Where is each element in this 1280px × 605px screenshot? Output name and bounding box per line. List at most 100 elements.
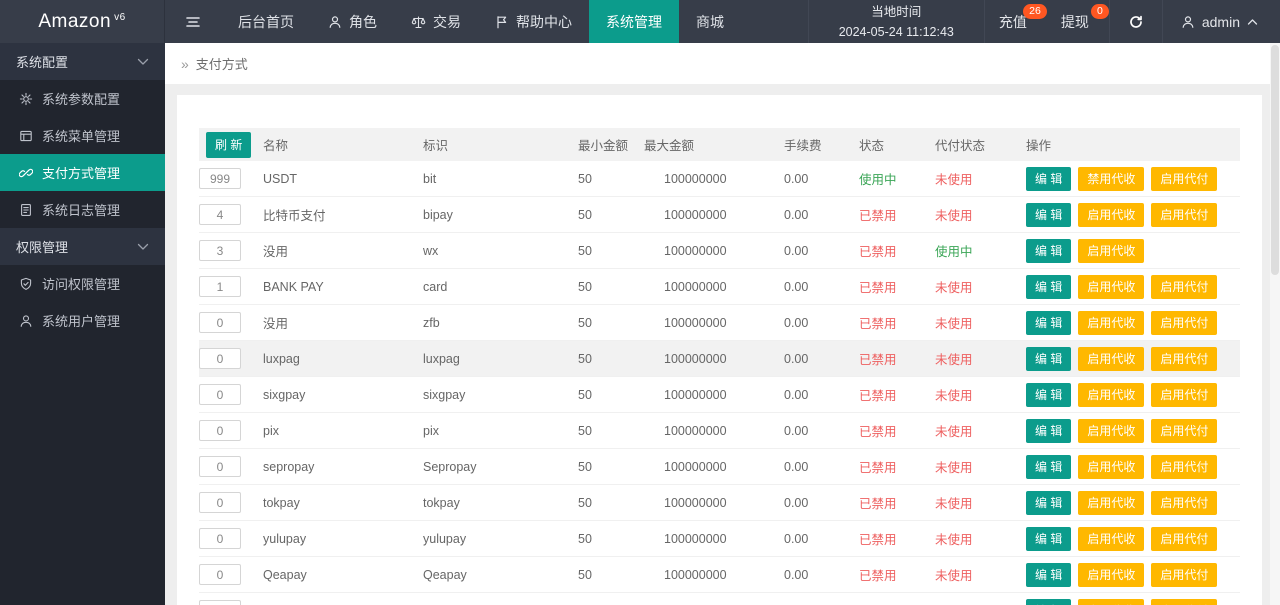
- nav-item-trade[interactable]: 交易: [394, 0, 478, 43]
- sidebar-group-label: 权限管理: [16, 240, 69, 255]
- nav-item-mall[interactable]: 商城: [679, 0, 741, 43]
- sort-order-input[interactable]: [199, 456, 241, 477]
- collect-toggle-button[interactable]: 启用代收: [1078, 238, 1145, 263]
- edit-button[interactable]: 编 辑: [1026, 310, 1072, 335]
- shield-check-icon: [20, 277, 32, 290]
- collect-toggle-button[interactable]: 启用代收: [1078, 598, 1145, 605]
- nav-item-help-center[interactable]: 帮助中心: [478, 0, 589, 43]
- navbar-right: 当地时间 2024-05-24 11:12:43 充值 26 提现 0 admi…: [807, 0, 1280, 43]
- collect-toggle-button[interactable]: 启用代收: [1078, 454, 1145, 479]
- nav-item-roles[interactable]: 角色: [311, 0, 394, 43]
- sort-order-input[interactable]: [199, 168, 241, 189]
- nav-item-system-management[interactable]: 系统管理: [589, 0, 679, 43]
- sidebar-group-permissions[interactable]: 权限管理: [0, 228, 165, 265]
- payout-toggle-button[interactable]: 启用代付: [1151, 418, 1218, 443]
- sort-order-input[interactable]: [199, 276, 241, 297]
- cell-fee: 0.00: [784, 279, 809, 294]
- collect-toggle-button[interactable]: 启用代收: [1078, 418, 1145, 443]
- edit-button[interactable]: 编 辑: [1026, 418, 1072, 443]
- payout-toggle-button[interactable]: 启用代付: [1151, 454, 1218, 479]
- col-header-code: 标识: [423, 139, 449, 153]
- sort-order-input[interactable]: [199, 204, 241, 225]
- refresh-table-button[interactable]: 刷 新: [206, 131, 252, 158]
- collect-toggle-button[interactable]: 禁用代收: [1078, 166, 1145, 191]
- sort-order-input[interactable]: [199, 312, 241, 333]
- admin-menu[interactable]: admin: [1163, 0, 1280, 43]
- sidebar-item-access-permissions[interactable]: 访问权限管理: [0, 265, 165, 302]
- sort-order-input[interactable]: [199, 384, 241, 405]
- refresh-page-button[interactable]: [1108, 0, 1163, 43]
- sort-order-input[interactable]: [199, 528, 241, 549]
- nav-item-home[interactable]: 后台首页: [221, 0, 311, 43]
- collect-toggle-button[interactable]: 启用代收: [1078, 274, 1145, 299]
- payout-toggle-button[interactable]: 启用代付: [1151, 562, 1218, 587]
- edit-button[interactable]: 编 辑: [1026, 490, 1072, 515]
- cell-actions: 编 辑启用代收启用代付: [1026, 310, 1240, 335]
- payout-toggle-button[interactable]: 启用代付: [1151, 490, 1218, 515]
- edit-button[interactable]: 编 辑: [1026, 598, 1072, 605]
- collect-toggle-button[interactable]: 启用代收: [1078, 310, 1145, 335]
- status-badge: 已禁用: [859, 209, 897, 223]
- cell-actions: 编 辑启用代收启用代付: [1026, 526, 1240, 551]
- collect-toggle-button[interactable]: 启用代收: [1078, 346, 1145, 371]
- recharge-button[interactable]: 充值 26: [985, 0, 1047, 43]
- cell-min-amount: 50: [578, 243, 592, 258]
- sort-order-input[interactable]: [199, 240, 241, 261]
- cell-min-amount: 50: [578, 207, 592, 222]
- table-row: Qeapay Qeapay 50 100000000 0.00 已禁用 未使用 …: [199, 557, 1240, 593]
- sort-order-input[interactable]: [199, 564, 241, 585]
- payout-toggle-button[interactable]: 启用代付: [1151, 346, 1218, 371]
- sidebar-item-system-users[interactable]: 系统用户管理: [0, 302, 165, 339]
- payout-status-badge: 未使用: [935, 533, 973, 547]
- sidebar-toggle-button[interactable]: [165, 0, 221, 43]
- collect-toggle-button[interactable]: 启用代收: [1078, 562, 1145, 587]
- sidebar-group-system-config[interactable]: 系统配置: [0, 43, 165, 80]
- payout-toggle-button[interactable]: 启用代付: [1151, 526, 1218, 551]
- payout-toggle-button[interactable]: 启用代付: [1151, 598, 1218, 605]
- payout-status-badge: 未使用: [935, 601, 1026, 605]
- edit-button[interactable]: 编 辑: [1026, 454, 1072, 479]
- payout-toggle-button[interactable]: 启用代付: [1151, 310, 1218, 335]
- sort-order-input[interactable]: [199, 420, 241, 441]
- withdraw-button[interactable]: 提现 0: [1047, 0, 1109, 43]
- payout-toggle-button[interactable]: 启用代付: [1151, 166, 1218, 191]
- edit-button[interactable]: 编 辑: [1026, 202, 1072, 227]
- sort-order-input[interactable]: [199, 348, 241, 369]
- edit-button[interactable]: 编 辑: [1026, 382, 1072, 407]
- chevron-down-icon: [137, 243, 149, 250]
- collect-toggle-button[interactable]: 启用代收: [1078, 526, 1145, 551]
- sort-order-input[interactable]: [199, 492, 241, 513]
- payout-toggle-button[interactable]: 启用代付: [1151, 202, 1218, 227]
- sidebar-item-system-menu[interactable]: 系统菜单管理: [0, 117, 165, 154]
- sidebar-item-payment-methods[interactable]: 支付方式管理: [0, 154, 165, 191]
- collect-toggle-button[interactable]: 启用代收: [1078, 382, 1145, 407]
- payout-status-badge: 未使用: [935, 569, 973, 583]
- collect-toggle-button[interactable]: 启用代收: [1078, 202, 1145, 227]
- edit-button[interactable]: 编 辑: [1026, 346, 1072, 371]
- sort-order-input[interactable]: [199, 600, 241, 605]
- collect-toggle-button[interactable]: 启用代收: [1078, 490, 1145, 515]
- payout-toggle-button[interactable]: 启用代付: [1151, 382, 1218, 407]
- status-badge: 使用中: [859, 173, 897, 187]
- edit-button[interactable]: 编 辑: [1026, 274, 1072, 299]
- sidebar-item-label: 支付方式管理: [42, 166, 121, 181]
- cell-min-amount: 50: [578, 495, 592, 510]
- cell-name: 没用: [263, 245, 289, 259]
- scrollbar[interactable]: [1270, 43, 1280, 605]
- cell-min-amount: 50: [578, 567, 592, 582]
- status-badge: 已禁用: [859, 353, 897, 367]
- sidebar-item-system-params[interactable]: 系统参数配置: [0, 80, 165, 117]
- cell-actions: 编 辑启用代收: [1026, 238, 1240, 263]
- edit-button[interactable]: 编 辑: [1026, 166, 1072, 191]
- edit-button[interactable]: 编 辑: [1026, 238, 1072, 263]
- sidebar-item-system-logs[interactable]: 系统日志管理: [0, 191, 165, 228]
- payout-toggle-button[interactable]: 启用代付: [1151, 274, 1218, 299]
- cell-name: pix: [263, 423, 279, 438]
- scrollbar-thumb[interactable]: [1271, 45, 1279, 275]
- edit-button[interactable]: 编 辑: [1026, 526, 1072, 551]
- edit-button[interactable]: 编 辑: [1026, 562, 1072, 587]
- cell-fee: 0.00: [784, 315, 809, 330]
- status-badge: 已禁用: [859, 389, 897, 403]
- top-navbar: Amazon v6 后台首页 角色 交易 帮助中心 系统管理 商城 当地时间 20…: [0, 0, 1280, 43]
- cell-fee: 0.00: [784, 459, 809, 474]
